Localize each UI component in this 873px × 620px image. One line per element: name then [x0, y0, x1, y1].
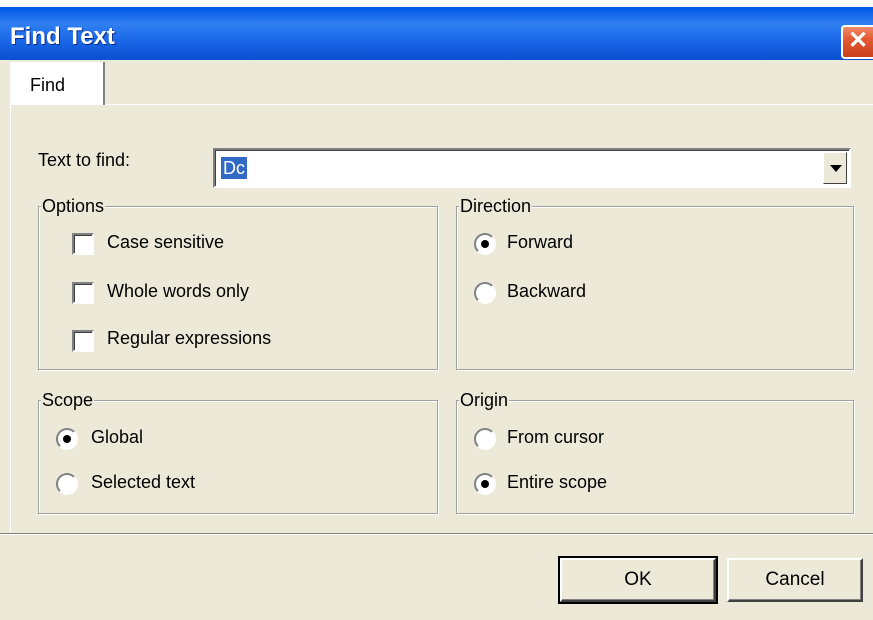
global-radio[interactable] — [56, 428, 78, 450]
regular-expressions-label[interactable]: Regular expressions — [107, 328, 271, 349]
backward-label[interactable]: Backward — [507, 281, 586, 302]
find-text-dialog: Find Text ✕ Find Text to find: Dc Option… — [0, 0, 873, 620]
backward-radio[interactable] — [474, 282, 496, 304]
forward-label[interactable]: Forward — [507, 232, 573, 253]
tab-divider — [105, 104, 873, 105]
options-group-title: Options — [41, 195, 106, 217]
cancel-button[interactable]: Cancel — [727, 558, 863, 602]
entire-scope-radio[interactable] — [474, 473, 496, 495]
ok-button[interactable]: OK — [558, 556, 718, 604]
tab-find-label: Find — [30, 75, 66, 95]
from-cursor-label[interactable]: From cursor — [507, 427, 604, 448]
case-sensitive-checkbox[interactable] — [72, 233, 94, 255]
combo-inner-bevel — [215, 150, 849, 186]
title-bar[interactable]: Find Text ✕ — [0, 0, 873, 60]
tab-panel-edge — [10, 104, 11, 534]
text-to-find-label: Text to find: — [38, 150, 131, 170]
origin-group: Origin — [456, 389, 854, 514]
scope-group-title: Scope — [41, 389, 95, 411]
tab-find[interactable]: Find — [10, 62, 105, 105]
close-button[interactable]: ✕ — [841, 25, 873, 59]
radio-selected-dot — [63, 435, 71, 443]
selected-text-radio[interactable] — [56, 473, 78, 495]
selected-text-label[interactable]: Selected text — [91, 472, 195, 493]
global-label[interactable]: Global — [91, 427, 143, 448]
scope-group: Scope — [38, 389, 438, 514]
text-to-find-combobox[interactable]: Dc — [213, 148, 851, 188]
radio-selected-dot — [481, 480, 489, 488]
case-sensitive-label[interactable]: Case sensitive — [107, 232, 224, 253]
from-cursor-radio[interactable] — [474, 428, 496, 450]
window-title: Find Text — [10, 23, 115, 50]
text-to-find-input[interactable]: Dc — [221, 157, 247, 179]
whole-words-only-label[interactable]: Whole words only — [107, 281, 249, 302]
chevron-down-icon[interactable] — [823, 152, 847, 184]
regular-expressions-checkbox[interactable] — [72, 330, 94, 352]
forward-radio[interactable] — [474, 233, 496, 255]
footer-separator — [0, 533, 873, 535]
radio-selected-dot — [481, 240, 489, 248]
cancel-button-label: Cancel — [765, 569, 825, 590]
close-icon: ✕ — [847, 27, 869, 54]
origin-group-title: Origin — [459, 389, 510, 411]
ok-button-label: OK — [624, 569, 652, 590]
direction-group-title: Direction — [459, 195, 533, 217]
whole-words-only-checkbox[interactable] — [72, 282, 94, 304]
entire-scope-label[interactable]: Entire scope — [507, 472, 607, 493]
